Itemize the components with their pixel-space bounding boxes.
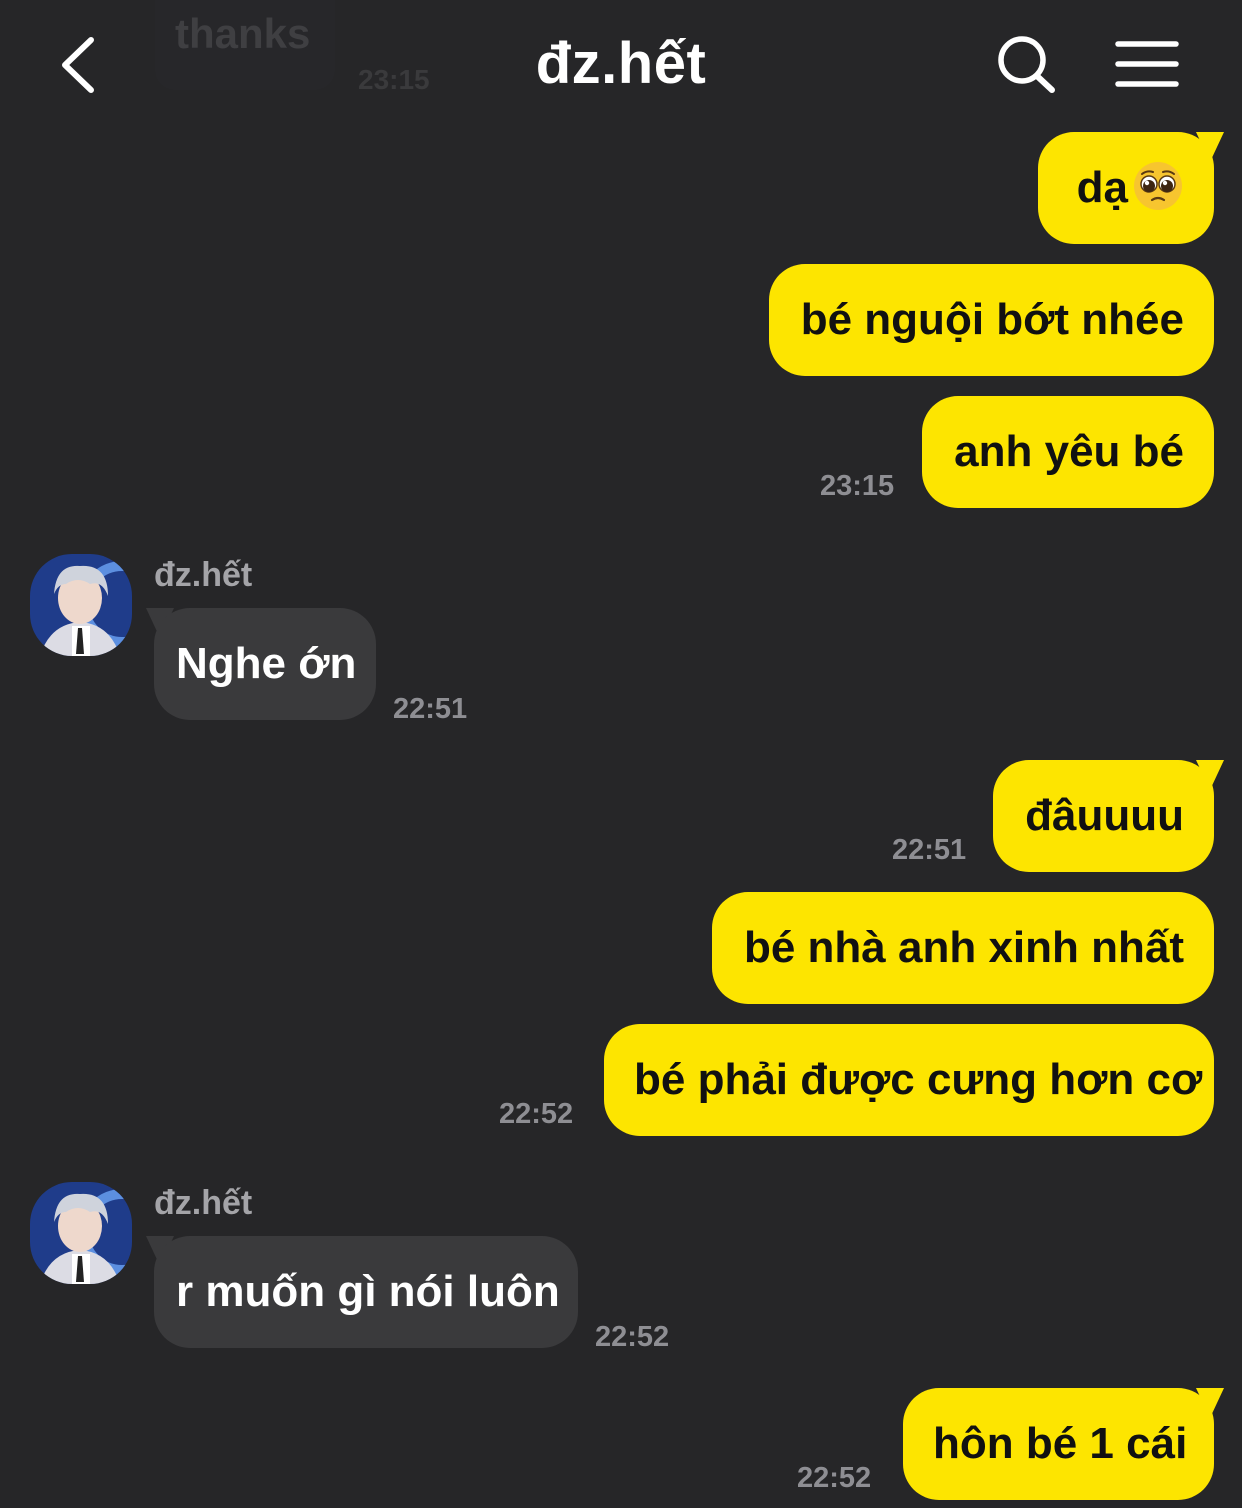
message-text: bé phải được cưng hơn cơ	[634, 1055, 1203, 1104]
message-text: hôn bé 1 cái	[933, 1419, 1188, 1468]
sender-name: đz.hết	[154, 556, 253, 594]
chat-header: thanks 23:15 đz.hết	[0, 0, 1242, 130]
message-text: bé nhà anh xinh nhất	[743, 923, 1184, 972]
bubble-tail	[1196, 760, 1224, 790]
message-time: 22:51	[393, 693, 468, 725]
sender-name: đz.hết	[154, 1184, 253, 1222]
my-message-bubble[interactable]: bé phải được cưng hơn cơ	[604, 1024, 1214, 1136]
my-message-bubble[interactable]: bé nhà anh xinh nhất	[712, 892, 1214, 1004]
bubble-tail	[1196, 1388, 1224, 1418]
menu-icon[interactable]	[1112, 36, 1182, 92]
my-message-bubble[interactable]: bé nguội bớt nhée	[769, 264, 1214, 376]
avatar-image	[30, 1182, 132, 1284]
avatar[interactable]	[30, 554, 132, 656]
message-time: 22:51	[892, 834, 967, 866]
their-message-bubble[interactable]: Nghe ớn	[154, 608, 376, 720]
message-text: r muốn gì nói luôn	[176, 1267, 560, 1316]
their-message-bubble[interactable]: r muốn gì nói luôn	[154, 1236, 578, 1348]
my-message-bubble[interactable]: đâuuuu	[993, 760, 1214, 872]
message-text: đâuuuu	[1025, 791, 1184, 840]
message-time: 23:15	[820, 470, 895, 502]
message-text: Nghe ớn	[176, 639, 357, 688]
my-message-bubble[interactable]: dạ	[1038, 132, 1214, 244]
avatar[interactable]	[30, 1182, 132, 1284]
message-text: anh yêu bé	[954, 427, 1184, 476]
my-message-bubble[interactable]: anh yêu bé	[922, 396, 1214, 508]
pleading-face-emoji-icon	[1134, 162, 1182, 210]
bubble-tail	[1196, 132, 1224, 162]
message-text: bé nguội bớt nhée	[800, 295, 1184, 344]
message-time: 22:52	[595, 1321, 670, 1353]
message-time: 22:52	[499, 1098, 574, 1130]
message-text: dạ	[1076, 163, 1128, 212]
avatar-image	[30, 554, 132, 656]
message-time: 22:52	[797, 1462, 872, 1494]
my-message-bubble[interactable]: hôn bé 1 cái	[903, 1388, 1214, 1500]
search-icon[interactable]	[992, 30, 1062, 100]
